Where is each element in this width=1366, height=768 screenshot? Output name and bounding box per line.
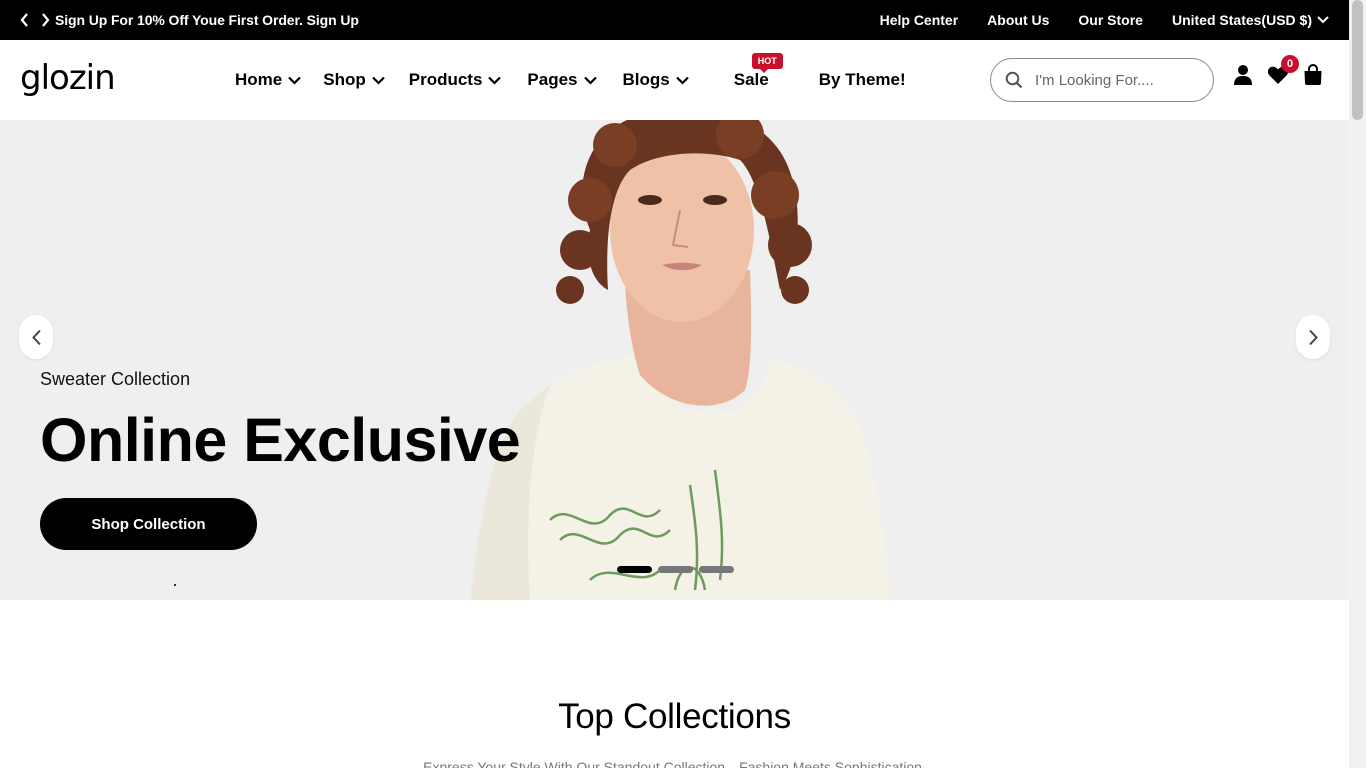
nav-pages-label: Pages	[527, 70, 578, 89]
help-center-link[interactable]: Help Center	[880, 12, 959, 28]
announcement-arrows	[16, 10, 54, 30]
chevron-right-icon	[42, 13, 50, 27]
nav-home-label: Home	[235, 70, 283, 89]
nav-home[interactable]: Home	[235, 70, 302, 90]
wishlist-count-badge: 0	[1281, 55, 1299, 73]
nav-products[interactable]: Products	[409, 70, 502, 90]
section-subtitle: Express Your Style With Our Standout Col…	[423, 759, 926, 768]
header-icons: 0	[1232, 55, 1324, 86]
user-icon	[1234, 65, 1252, 85]
cart-button[interactable]	[1302, 64, 1324, 86]
our-store-link[interactable]: Our Store	[1078, 12, 1143, 28]
nav-products-label: Products	[408, 70, 483, 89]
slider-dots	[617, 566, 734, 573]
nav-shop-label: Shop	[323, 70, 366, 89]
chevron-down-icon	[583, 76, 597, 85]
chevron-down-icon	[1317, 16, 1329, 24]
announcement-prev-button[interactable]	[16, 10, 34, 30]
top-links: Help Center About Us Our Store United St…	[880, 12, 1329, 28]
search-icon[interactable]	[1005, 71, 1023, 89]
announcement-next-button[interactable]	[36, 10, 54, 30]
chevron-right-icon	[1308, 329, 1318, 345]
about-us-link[interactable]: About Us	[987, 12, 1049, 28]
bag-icon	[1304, 64, 1322, 85]
chevron-down-icon	[488, 76, 502, 85]
nav-sale-label: Sale	[733, 70, 769, 89]
slider-dot-3[interactable]	[699, 566, 734, 573]
decorative-dot	[174, 584, 176, 586]
slider-next-button[interactable]	[1296, 315, 1330, 359]
chevron-down-icon	[371, 76, 385, 85]
announcement-text[interactable]: Sign Up For 10% Off Youe First Order. Si…	[55, 12, 359, 28]
nav-sale[interactable]: Sale HOT	[733, 53, 783, 90]
currency-selector[interactable]: United States(USD $)	[1172, 12, 1329, 28]
nav-by-theme-label: By Theme!	[818, 70, 906, 89]
slider-dot-1[interactable]	[617, 566, 652, 573]
hero-slider: Sweater Collection Online Exclusive Shop…	[0, 120, 1349, 600]
chevron-down-icon	[675, 76, 689, 85]
account-button[interactable]	[1232, 64, 1254, 86]
nav-pages[interactable]: Pages	[527, 70, 597, 90]
hero-subtitle: Sweater Collection	[40, 369, 191, 389]
currency-label: United States(USD $)	[1171, 12, 1312, 28]
nav-blogs-label: Blogs	[622, 70, 670, 89]
hero-model-image	[470, 120, 890, 600]
announcement-bar: Sign Up For 10% Off Youe First Order. Si…	[0, 0, 1349, 40]
hot-badge: HOT	[751, 53, 783, 73]
chevron-left-icon	[20, 13, 28, 27]
wishlist-button[interactable]: 0	[1267, 55, 1299, 86]
site-header: glozin Home Shop Products Pages Blogs Sa…	[0, 40, 1349, 120]
search-box	[990, 58, 1214, 102]
page-scrollbar[interactable]	[1349, 0, 1366, 768]
nav-blogs[interactable]: Blogs	[623, 70, 689, 90]
scrollbar-thumb[interactable]	[1352, 0, 1363, 120]
hero-title: Online Exclusive	[40, 406, 521, 474]
chevron-left-icon	[31, 329, 41, 345]
main-nav: Home Shop Products Pages Blogs Sale HOT …	[235, 53, 906, 90]
search-input[interactable]	[1035, 71, 1195, 89]
shop-collection-button[interactable]: Shop Collection	[40, 498, 257, 550]
section-title: Top Collections	[558, 697, 791, 736]
slider-prev-button[interactable]	[19, 315, 53, 359]
slider-dot-2[interactable]	[658, 566, 693, 573]
chevron-down-icon	[288, 76, 302, 85]
nav-shop[interactable]: Shop	[323, 70, 385, 90]
site-logo[interactable]: glozin	[20, 58, 116, 98]
nav-by-theme[interactable]: By Theme!	[819, 70, 906, 90]
